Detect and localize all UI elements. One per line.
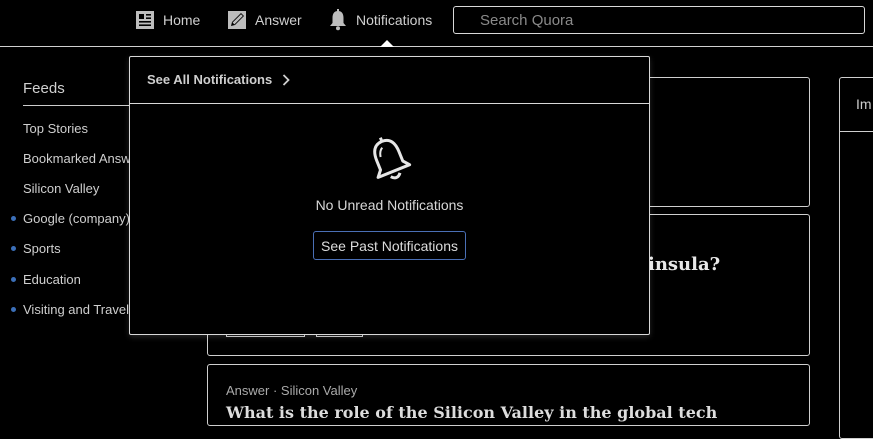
right-panel-divider [839, 131, 873, 132]
sidebar-item-sports[interactable]: Sports [11, 241, 61, 256]
sidebar-item-google[interactable]: Google (company) [11, 211, 130, 226]
dropdown-caret [380, 40, 394, 47]
unread-dot [11, 216, 16, 221]
nav-answer[interactable]: Answer [227, 7, 302, 33]
sidebar-item-label: Google (company) [23, 211, 130, 226]
question-title[interactable]: What is the role of the Silicon Valley i… [226, 403, 717, 422]
right-panel-title: Im [856, 96, 872, 112]
nav-home-label: Home [163, 12, 201, 28]
unread-dot [11, 246, 16, 251]
nav-answer-label: Answer [255, 12, 302, 28]
question-title[interactable]: insula? [648, 254, 720, 275]
feeds-title: Feeds [23, 80, 65, 97]
see-all-notifications-link[interactable]: See All Notifications [147, 72, 290, 87]
news-feed-icon [135, 10, 155, 30]
search-input[interactable] [453, 6, 865, 34]
chevron-right-icon [282, 73, 290, 86]
sidebar-item-label: Education [23, 272, 81, 287]
see-all-label: See All Notifications [147, 72, 273, 87]
top-nav-bar: Home Answer Notifications [0, 0, 873, 47]
nav-notifications[interactable]: Notifications [328, 7, 432, 33]
unread-dot [11, 277, 16, 282]
see-past-notifications-button[interactable]: See Past Notifications [313, 231, 466, 260]
sidebar-item-silicon-valley[interactable]: Silicon Valley [23, 181, 99, 196]
bell-icon [328, 9, 348, 31]
sidebar-item-education[interactable]: Education [11, 272, 81, 287]
sidebar-item-visiting-and-travel[interactable]: Visiting and Travel [11, 302, 129, 317]
feeds-divider [23, 105, 133, 106]
sidebar-item-label: Silicon Valley [23, 181, 100, 196]
sidebar-item-label: Top Stories [23, 121, 89, 136]
unread-dot [11, 307, 16, 312]
nav-notifications-label: Notifications [356, 12, 433, 28]
dropdown-header: See All Notifications [130, 57, 649, 104]
sidebar-item-top-stories[interactable]: Top Stories [23, 121, 88, 136]
empty-state-message: No Unread Notifications [315, 197, 464, 213]
pencil-icon [227, 10, 247, 30]
card-meta: Answer · Silicon Valley [226, 383, 358, 398]
sidebar-item-label: Sports [23, 241, 61, 256]
sidebar-item-label: Visiting and Travel [23, 302, 129, 317]
nav-home[interactable]: Home [135, 7, 200, 33]
notifications-dropdown: See All Notifications No Unread Notifica… [129, 56, 650, 335]
bell-icon [366, 134, 412, 189]
